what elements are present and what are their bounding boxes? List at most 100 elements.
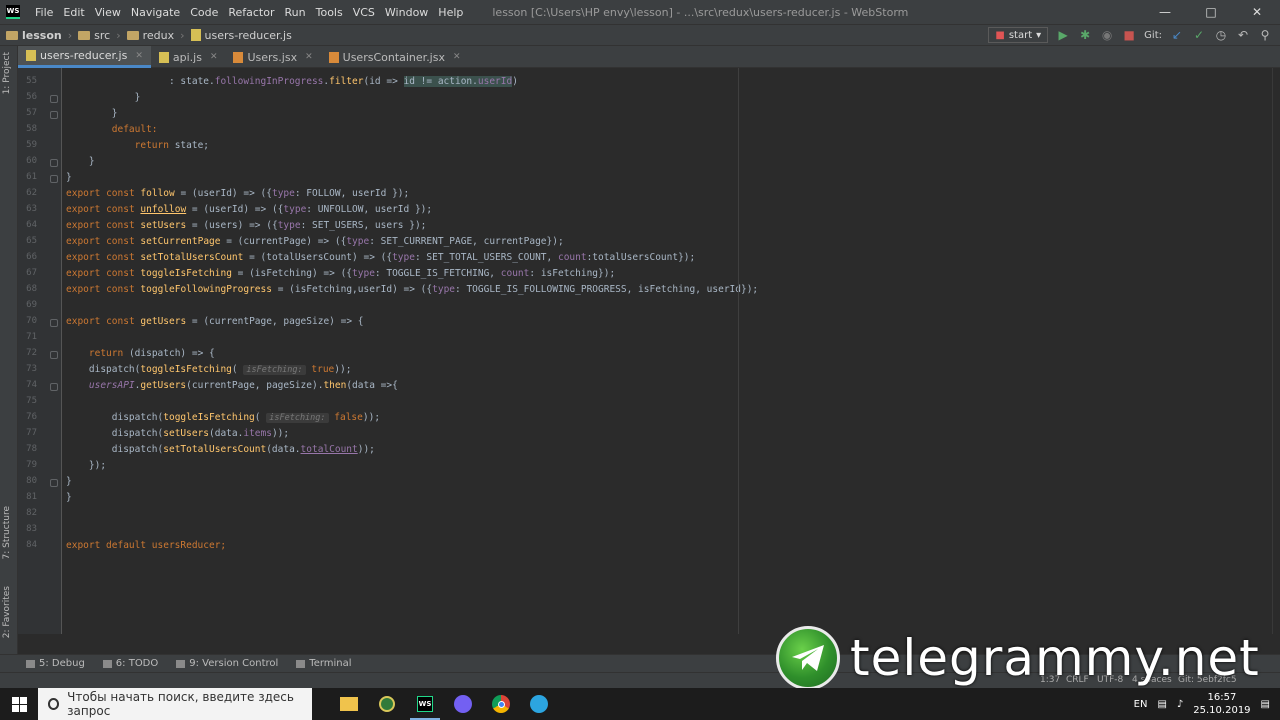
tab-users-jsx[interactable]: Users.jsx ✕ xyxy=(225,46,320,68)
favorites-tool-tab[interactable]: 2: Favorites xyxy=(2,586,12,638)
code-line: dispatch(toggleIsFetching( isFetching: f… xyxy=(111,412,381,423)
line-number: 82 xyxy=(26,508,37,518)
code-line: dispatch(toggleIsFetching( isFetching: t… xyxy=(88,364,352,375)
breadcrumb-redux[interactable]: redux xyxy=(126,29,174,42)
line-number: 70 xyxy=(26,316,37,326)
chevron-down-icon: ▾ xyxy=(1036,29,1042,41)
code-line: export const setTotalUsersCount = (total… xyxy=(66,252,696,263)
tab-users-reducer[interactable]: users-reducer.js ✕ xyxy=(18,46,151,68)
taskbar-viber[interactable] xyxy=(444,688,482,720)
coverage-icon[interactable]: ◉ xyxy=(1100,28,1114,42)
app-circle-icon xyxy=(379,696,395,712)
breadcrumb-lesson[interactable]: lesson xyxy=(6,29,62,42)
code-line: } xyxy=(66,476,72,487)
file-explorer-icon xyxy=(340,697,358,711)
code-editor[interactable]: : state.followingInProgress.filter(id =>… xyxy=(62,68,1262,634)
line-number: 61 xyxy=(26,172,37,182)
right-margin-guide xyxy=(738,68,739,634)
volume-icon[interactable]: ♪ xyxy=(1177,699,1183,710)
line-number: 76 xyxy=(26,412,37,422)
language-indicator[interactable]: EN xyxy=(1134,699,1148,710)
window-controls: — □ ✕ xyxy=(1142,0,1280,24)
tool-terminal[interactable]: Terminal xyxy=(296,658,352,669)
search-icon[interactable]: ⚲ xyxy=(1258,28,1272,42)
menu-run[interactable]: Run xyxy=(280,6,311,19)
tab-users-container[interactable]: UsersContainer.jsx ✕ xyxy=(321,46,469,68)
tab-api[interactable]: api.js ✕ xyxy=(151,46,226,68)
close-icon[interactable]: ✕ xyxy=(210,52,218,62)
notification-icon[interactable]: ▤ xyxy=(1261,699,1270,710)
minimize-icon[interactable]: — xyxy=(1142,0,1188,24)
highlighted-expression: id != action.userId xyxy=(403,76,513,87)
terminal-icon xyxy=(296,659,306,668)
code-line: default: xyxy=(111,124,158,135)
fold-marker-icon[interactable] xyxy=(50,111,58,119)
project-tool-tab[interactable]: 1: Project xyxy=(2,52,12,94)
line-number: 64 xyxy=(26,220,37,230)
menu-vcs[interactable]: VCS xyxy=(348,6,380,19)
taskbar-app-green[interactable] xyxy=(368,688,406,720)
breadcrumb-src[interactable]: src xyxy=(78,29,110,42)
menu-code[interactable]: Code xyxy=(185,6,223,19)
menu-tools[interactable]: Tools xyxy=(311,6,348,19)
menu-navigate[interactable]: Navigate xyxy=(126,6,185,19)
git-history-icon[interactable]: ◷ xyxy=(1214,28,1228,42)
menu-edit[interactable]: Edit xyxy=(58,6,89,19)
line-number: 58 xyxy=(26,124,37,134)
line-number: 73 xyxy=(26,364,37,374)
code-line: }); xyxy=(88,460,107,471)
line-number: 69 xyxy=(26,300,37,310)
tool-version-control[interactable]: 9: Version Control xyxy=(176,658,278,669)
start-button[interactable] xyxy=(0,688,38,720)
taskbar-telegram[interactable] xyxy=(520,688,558,720)
close-icon[interactable]: ✕ xyxy=(1234,0,1280,24)
maximize-icon[interactable]: □ xyxy=(1188,0,1234,24)
taskbar-webstorm[interactable]: WS xyxy=(406,688,444,720)
fold-marker-icon[interactable] xyxy=(50,159,58,167)
navigation-bar: lesson › src › redux › users-reducer.js … xyxy=(0,24,1280,46)
tool-debug[interactable]: 5: Debug xyxy=(26,658,85,669)
fold-marker-icon[interactable] xyxy=(50,95,58,103)
system-clock[interactable]: 16:57 25.10.2019 xyxy=(1193,691,1250,717)
fold-marker-icon[interactable] xyxy=(50,351,58,359)
fold-marker-icon[interactable] xyxy=(50,383,58,391)
version-control-icon xyxy=(176,659,186,668)
stop-icon[interactable]: ■ xyxy=(1122,28,1136,42)
code-line: export const follow = (userId) => ({type… xyxy=(66,188,410,199)
menu-refactor[interactable]: Refactor xyxy=(223,6,279,19)
tool-todo[interactable]: 6: TODO xyxy=(102,658,158,669)
menu-view[interactable]: View xyxy=(90,6,126,19)
close-icon[interactable]: ✕ xyxy=(135,51,143,61)
network-icon[interactable]: ▤ xyxy=(1157,699,1166,710)
debug-icon xyxy=(26,659,35,668)
run-icon[interactable]: ▶ xyxy=(1056,28,1070,42)
git-update-icon[interactable]: ↙ xyxy=(1170,28,1184,42)
fold-marker-icon[interactable] xyxy=(50,479,58,487)
line-number: 63 xyxy=(26,204,37,214)
line-number: 81 xyxy=(26,492,37,502)
close-icon[interactable]: ✕ xyxy=(305,52,313,62)
fold-marker-icon[interactable] xyxy=(50,175,58,183)
taskbar-search-input[interactable]: Чтобы начать поиск, введите здесь запрос xyxy=(38,688,312,720)
menu-window[interactable]: Window xyxy=(380,6,433,19)
line-number: 65 xyxy=(26,236,37,246)
js-file-icon xyxy=(190,29,201,41)
git-revert-icon[interactable]: ↶ xyxy=(1236,28,1250,42)
git-commit-icon[interactable]: ✓ xyxy=(1192,28,1206,42)
menu-help[interactable]: Help xyxy=(433,6,468,19)
taskbar-file-explorer[interactable] xyxy=(330,688,368,720)
line-number: 80 xyxy=(26,476,37,486)
run-config-select[interactable]: ■ start ▾ xyxy=(988,27,1049,43)
debug-icon[interactable]: ✱ xyxy=(1078,28,1092,42)
editor-scrollbar[interactable] xyxy=(1272,68,1280,634)
structure-tool-tab[interactable]: 7: Structure xyxy=(2,506,12,560)
line-number: 67 xyxy=(26,268,37,278)
webstorm-logo-icon: WS xyxy=(6,5,20,19)
line-number: 77 xyxy=(26,428,37,438)
close-icon[interactable]: ✕ xyxy=(453,52,461,62)
breadcrumb-separator: › xyxy=(180,28,185,42)
fold-marker-icon[interactable] xyxy=(50,319,58,327)
breadcrumb-file[interactable]: users-reducer.js xyxy=(190,29,292,42)
taskbar-chrome[interactable] xyxy=(482,688,520,720)
menu-file[interactable]: File xyxy=(30,6,58,19)
